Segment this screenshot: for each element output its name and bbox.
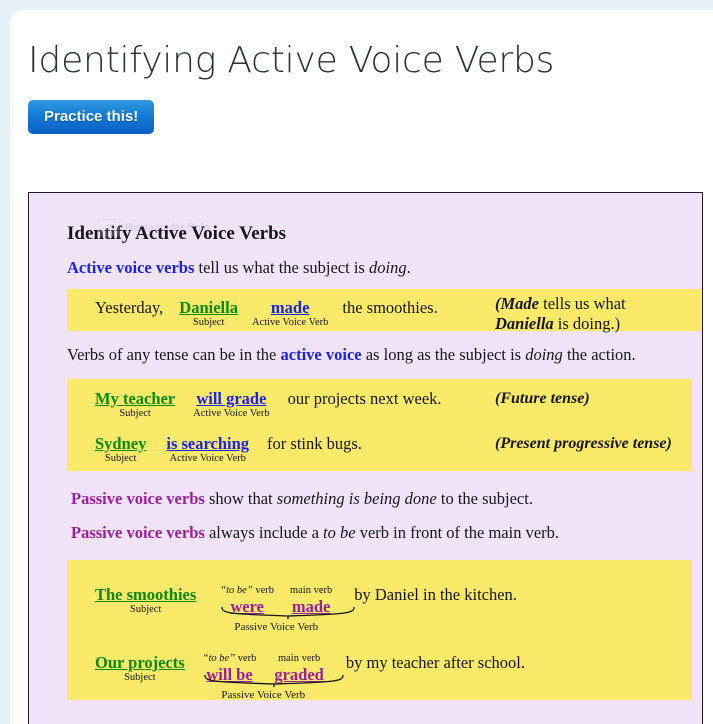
lesson-heading: Identify Active Voice Verbs <box>67 223 287 244</box>
tense-text-2: as long as the subject is <box>361 345 526 364</box>
example-row: Sydney Subject is searching Active Voice… <box>95 434 362 465</box>
row5-passive-verb-group: “to be” verb will be main verb graded Pa… <box>203 653 344 701</box>
row2-tense-text: (Future tense) <box>495 390 590 407</box>
row2-verb-word: will grade <box>196 389 267 408</box>
row4-subject-label: Subject <box>129 604 162 615</box>
example-box-3: The smoothies Subject “to be” verb were … <box>67 560 692 701</box>
row3-verb: is searching Active Voice Verb <box>166 434 249 465</box>
intro-keyword: Active voice verbs <box>67 258 195 277</box>
example-box-2: My teacher Subject will grade Active Voi… <box>67 379 692 471</box>
passive-1-text-2: to the subject. <box>436 489 533 508</box>
brace-label-a: Passive Voice Verb <box>234 621 319 633</box>
passive-line-1: Passive voice verbs show that something … <box>71 489 702 509</box>
row1-verb-label: Active Voice Verb <box>251 317 329 328</box>
row3-subject-label: Subject <box>104 453 137 464</box>
note-rest-1: tells us what <box>539 294 626 313</box>
row2-tense-note: (Future tense) <box>495 389 590 408</box>
intro-italic: doing <box>368 258 407 277</box>
passive-1-keyword: Passive voice verbs <box>71 489 205 508</box>
brace-icon <box>221 606 355 619</box>
row2-subject-label: Subject <box>119 408 151 419</box>
lesson-content-panel: Identify Active Voice Verbs Active voice… <box>28 192 703 724</box>
practice-this-button[interactable]: Practice this! <box>28 100 155 134</box>
note-bold-1: Made <box>500 294 540 313</box>
to-be-label-b: “to be” verb <box>203 653 257 665</box>
example-row: Our projects Subject “to be” verb will b… <box>95 653 525 701</box>
lesson-card: Identifying Active Voice Verbs Practice … <box>10 10 713 724</box>
note-bold-2: Daniella <box>495 314 554 333</box>
row1-lead: Yesterday, <box>95 298 164 317</box>
tense-text-3: the action. <box>562 345 636 364</box>
note-rest-2: is doing.) <box>553 314 621 333</box>
row3-subject-word: Sydney <box>95 434 147 453</box>
row2-verb: will grade Active Voice Verb <box>193 389 269 420</box>
row5-subject: Our projects Subject <box>95 653 185 684</box>
row1-verb: made Active Voice Verb <box>252 298 328 329</box>
row2-subject: My teacher Subject <box>95 389 175 420</box>
example-box-1: Yesterday, Daniella Subject made Active … <box>67 289 702 334</box>
to-be-rest-a: verb <box>252 585 274 596</box>
row3-tail: for stink bugs. <box>267 434 362 453</box>
to-be-italic-a: “to be” <box>220 585 253 596</box>
row1-subject: Daniella Subject <box>179 298 238 329</box>
row1-subject-label: Subject <box>192 317 225 328</box>
row1-verb-word: made <box>270 298 310 317</box>
row3-subject: Sydney Subject <box>95 434 146 465</box>
row1-subject-word: Daniella <box>179 298 238 317</box>
row2-subject-word: My teacher <box>95 389 176 408</box>
passive-2-keyword: Passive voice verbs <box>71 523 205 542</box>
passive-2-text-1: always include a <box>204 523 324 542</box>
passive-2-text-2: verb in front of the main verb. <box>355 523 560 542</box>
to-be-italic-b: “to be” <box>202 653 236 664</box>
brace-icon <box>204 674 344 687</box>
tense-italic: doing <box>525 345 563 364</box>
tense-text-1: Verbs of any tense can be in the <box>67 345 281 364</box>
row4-tail: by Daniel in the kitchen. <box>354 585 517 604</box>
row4-subject-word: The smoothies <box>95 585 197 604</box>
row3-tense-text: (Present progressive tense) <box>495 435 672 452</box>
main-verb-label-a: main verb <box>289 585 333 596</box>
intro-line: Active voice verbs tell us what the subj… <box>67 258 702 278</box>
row5-tail: by my teacher after school. <box>345 653 525 672</box>
main-verb-label-b: main verb <box>277 653 321 664</box>
example-row: Yesterday, Daniella Subject made Active … <box>95 298 438 329</box>
row4-passive-verb-group: “to be” verb were main verb made Passive… <box>220 585 355 633</box>
example-row: My teacher Subject will grade Active Voi… <box>95 389 442 420</box>
intro-text-1: tell us what the subject is <box>194 258 369 277</box>
row3-verb-label: Active Voice Verb <box>169 453 246 464</box>
page-title: Identifying Active Voice Verbs <box>28 40 555 81</box>
example-box-1-note: (Made tells us what Daniella is doing.) <box>495 294 626 334</box>
row1-tail: the smoothies. <box>342 298 438 317</box>
brace-label-b: Passive Voice Verb <box>221 689 306 701</box>
row3-verb-word: is searching <box>166 434 250 453</box>
row2-verb-label: Active Voice Verb <box>193 408 270 419</box>
tense-keyword: active voice <box>280 345 362 364</box>
row4-subject: The smoothies Subject <box>95 585 196 616</box>
example-row: The smoothies Subject “to be” verb were … <box>95 585 517 633</box>
passive-1-italic: something is being done <box>276 489 437 508</box>
to-be-rest-b: verb <box>235 653 257 664</box>
row5-subject-label: Subject <box>124 672 156 683</box>
row3-tense-note: (Present progressive tense) <box>495 434 672 453</box>
intro-text-2: . <box>406 258 411 277</box>
passive-1-text-1: show that <box>204 489 277 508</box>
passive-2-italic: to be <box>323 523 356 542</box>
passive-line-2: Passive voice verbs always include a to … <box>71 523 702 543</box>
to-be-label-a: “to be” verb <box>220 585 274 597</box>
row5-subject-word: Our projects <box>95 653 185 672</box>
tense-explanation-line: Verbs of any tense can be in the active … <box>67 345 702 365</box>
row2-tail: our projects next week. <box>287 389 442 408</box>
